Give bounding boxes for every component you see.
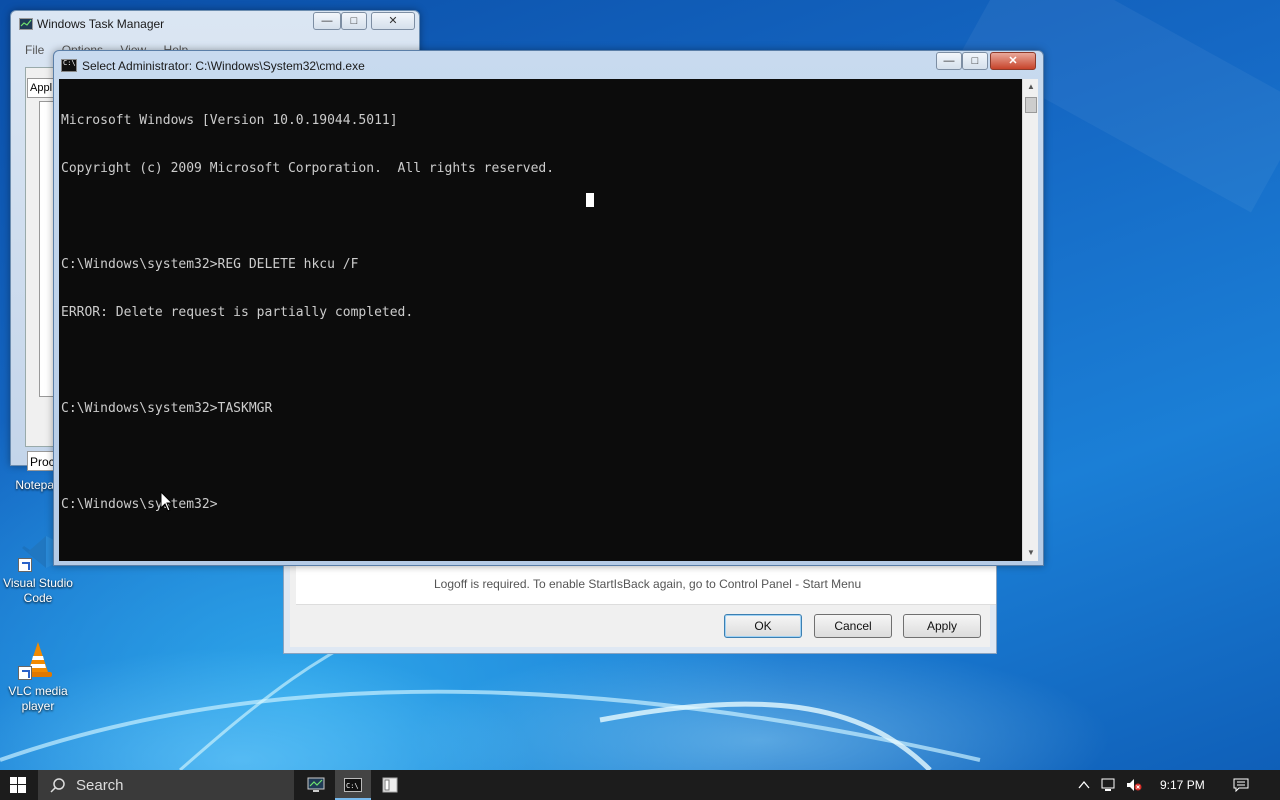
cmd-titlebar[interactable]: Select Administrator: C:\Windows\System3… — [54, 51, 1043, 77]
console-prompt[interactable]: C:\Windows\system32> — [61, 497, 1020, 513]
mouse-pointer-icon — [160, 491, 174, 512]
maximize-button[interactable]: □ — [962, 52, 988, 70]
scroll-down-icon[interactable]: ▼ — [1023, 545, 1039, 561]
scroll-up-icon[interactable]: ▲ — [1023, 79, 1039, 95]
window-title: Windows Task Manager — [37, 17, 165, 31]
vscode-icon — [18, 532, 58, 572]
console-line: Microsoft Windows [Version 10.0.19044.50… — [61, 113, 398, 128]
cmd-icon — [61, 59, 77, 72]
window-title: Select Administrator: C:\Windows\System3… — [82, 59, 365, 73]
desktop-icon-vlc[interactable]: VLC media player — [0, 640, 76, 714]
taskbar-clock[interactable]: 9:17 PM — [1160, 778, 1205, 792]
close-button[interactable]: ✕ — [990, 52, 1036, 70]
tray-chevron-up-icon[interactable] — [1078, 779, 1090, 791]
console-line: ERROR: Delete request is partially compl… — [61, 305, 414, 320]
cmd-window[interactable]: Select Administrator: C:\Windows\System3… — [53, 50, 1044, 566]
text-cursor — [586, 193, 594, 207]
window-icon — [382, 777, 398, 793]
ok-button[interactable]: OK — [724, 614, 802, 638]
console-scrollbar[interactable]: ▲ ▼ — [1022, 79, 1038, 561]
task-manager-icon — [307, 777, 325, 792]
cancel-button[interactable]: Cancel — [814, 614, 892, 638]
task-manager-titlebar[interactable]: Windows Task Manager — □ ✕ — [11, 11, 419, 37]
taskbar: Search C:\ 9:17 PM — [0, 770, 1280, 800]
maximize-button[interactable]: □ — [341, 12, 367, 30]
minimize-button[interactable]: — — [313, 12, 341, 30]
logoff-note: Logoff is required. To enable StartIsBac… — [434, 577, 862, 591]
cmd-icon: C:\ — [344, 778, 362, 792]
console-line: C:\Windows\system32>TASKMGR — [61, 401, 273, 416]
console-output[interactable]: Microsoft Windows [Version 10.0.19044.50… — [59, 79, 1022, 561]
taskbar-window[interactable] — [372, 770, 408, 800]
console-line: Copyright (c) 2009 Microsoft Corporation… — [61, 161, 555, 176]
shortcut-arrow-icon — [18, 558, 32, 572]
svg-text:C:\: C:\ — [346, 782, 359, 790]
taskbar-search-box[interactable]: Search — [38, 770, 294, 800]
desktop-icon-label: VLC media player — [8, 684, 68, 713]
volume-muted-icon[interactable] — [1126, 778, 1142, 792]
network-icon[interactable] — [1101, 778, 1117, 792]
search-icon — [50, 778, 65, 793]
desktop-icon-label: Visual Studio Code — [3, 576, 73, 605]
vlc-cone-icon — [18, 640, 58, 680]
scroll-thumb[interactable] — [1025, 97, 1037, 113]
apply-button[interactable]: Apply — [903, 614, 981, 638]
shortcut-arrow-icon — [18, 666, 32, 680]
search-placeholder: Search — [76, 777, 124, 794]
close-button[interactable]: ✕ — [371, 12, 415, 30]
console-line: C:\Windows\system32>REG DELETE hkcu /F — [61, 257, 359, 272]
windows-logo-icon — [10, 777, 26, 793]
minimize-button[interactable]: — — [936, 52, 962, 70]
menu-file[interactable]: File — [25, 43, 44, 57]
taskbar-cmd[interactable]: C:\ — [335, 770, 371, 800]
taskbar-task-manager[interactable] — [298, 770, 334, 800]
notifications-icon[interactable] — [1233, 778, 1249, 792]
task-manager-icon — [19, 18, 33, 30]
start-button[interactable] — [0, 770, 36, 800]
